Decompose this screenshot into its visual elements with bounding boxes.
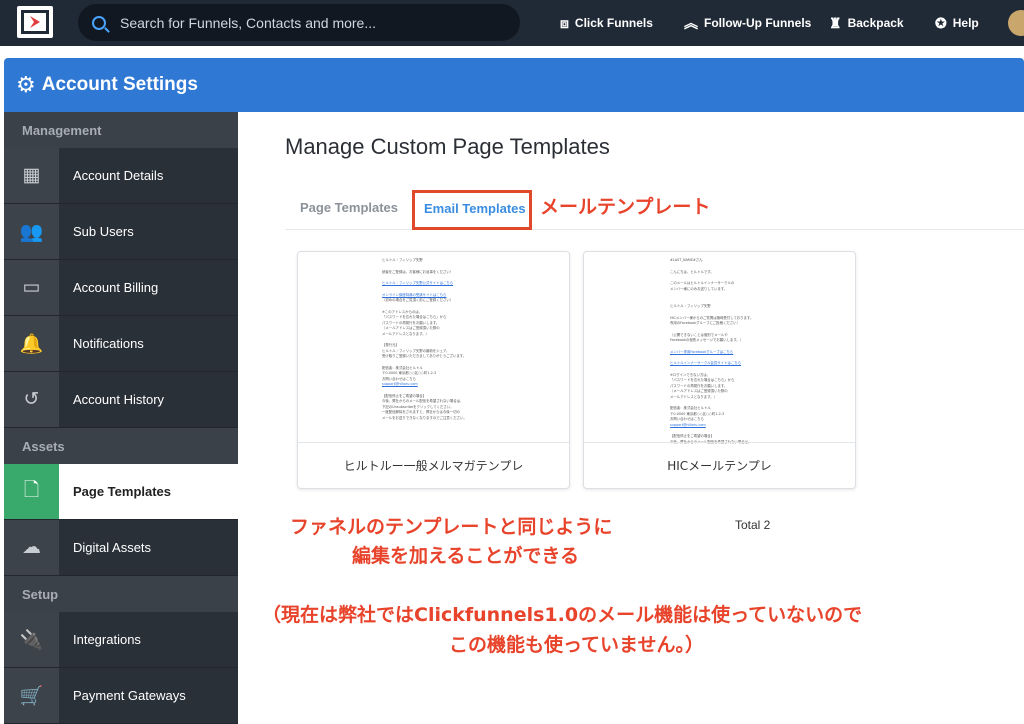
sidebar-item-page-templates[interactable]: 🗋 Page Templates xyxy=(4,464,238,520)
nav-backpack[interactable]: ♜ Backpack xyxy=(829,0,904,46)
tab-page-templates[interactable]: Page Templates xyxy=(300,200,398,215)
template-card-name: HICメールテンプレ xyxy=(584,442,855,488)
sidebar-item-label: Page Templates xyxy=(59,464,238,519)
file-icon: 🗋 xyxy=(4,464,59,519)
sidebar-item-label: Digital Assets xyxy=(59,520,238,575)
sidebar-item-integrations[interactable]: 🔌 Integrations xyxy=(4,612,238,668)
backpack-icon: ♜ xyxy=(829,14,842,31)
search-input[interactable] xyxy=(120,14,520,31)
history-icon: ↺ xyxy=(4,372,59,427)
sidebar-item-notifications[interactable]: 🔔 Notifications xyxy=(4,316,238,372)
nav-click-funnels[interactable]: ⧈ Click Funnels xyxy=(560,0,653,46)
nav-help[interactable]: ✪ Help xyxy=(935,0,979,46)
template-card[interactable]: ヒルトル・フィリップ矢野 読者をご登録は、お客様にお返事をください！ ヒルトル・… xyxy=(297,251,570,489)
sidebar-item-label: Sub Users xyxy=(59,204,238,259)
sidebar-item-sub-users[interactable]: 👥 Sub Users xyxy=(4,204,238,260)
template-preview: ヒルトル・フィリップ矢野 読者をご登録は、お客様にお返事をください！ ヒルトル・… xyxy=(382,258,467,420)
users-icon: 👥 xyxy=(4,204,59,259)
sidebar-item-label: Payment Gateways xyxy=(59,668,238,723)
page-title: Manage Custom Page Templates xyxy=(285,134,610,159)
sidebar-item-label: Account Details xyxy=(59,148,238,203)
header-title: Account Settings xyxy=(41,74,198,95)
template-preview: #LAST_NAME#さん こんにちは、ヒルトルです。 このメールはヒルトルイン… xyxy=(670,258,754,444)
plug-icon: 🔌 xyxy=(4,612,59,667)
sidebar-section-assets: Assets xyxy=(4,428,238,464)
annotation-cf-line1: （現在は弊社ではClickfunnels1.0のメール機能は使っていないので xyxy=(262,604,863,626)
sidebar-section-setup: Setup xyxy=(4,576,238,612)
sidebar-item-account-details[interactable]: ▦ Account Details xyxy=(4,148,238,204)
tabs-divider xyxy=(285,229,1024,230)
follow-up-icon: ︽ xyxy=(684,15,698,31)
template-card[interactable]: #LAST_NAME#さん こんにちは、ヒルトルです。 このメールはヒルトルイン… xyxy=(583,251,856,489)
credit-card-icon: ▭ xyxy=(4,260,59,315)
building-icon: ▦ xyxy=(4,148,59,203)
annotation-mail-template: メールテンプレート xyxy=(540,196,711,218)
clickfunnels-logo[interactable] xyxy=(17,6,53,38)
sidebar-item-digital-assets[interactable]: ☁ Digital Assets xyxy=(4,520,238,576)
cloud-download-icon: ☁ xyxy=(4,520,59,575)
sidebar: Management ▦ Account Details 👥 Sub Users… xyxy=(4,112,238,724)
gears-icon: ⚙ xyxy=(16,72,36,97)
sidebar-item-label: Integrations xyxy=(59,612,238,667)
account-settings-header: ⚙ Account Settings xyxy=(4,58,1024,112)
annotation-edit-line2: 編集を加えることができる xyxy=(352,545,580,567)
annotation-edit-line1: ファネルのテンプレートと同じように xyxy=(290,516,613,538)
search-icon xyxy=(92,15,106,30)
nav-label: Backpack xyxy=(847,16,904,30)
top-navbar: ⧈ Click Funnels ︽ Follow-Up Funnels ♜ Ba… xyxy=(0,0,1024,46)
cart-icon: 🛒 xyxy=(4,668,59,723)
sidebar-item-payment-gateways[interactable]: 🛒 Payment Gateways xyxy=(4,668,238,724)
total-count: Total 2 xyxy=(735,518,771,532)
search-bar[interactable] xyxy=(78,4,520,41)
nav-label: Help xyxy=(952,16,979,30)
sidebar-item-account-billing[interactable]: ▭ Account Billing xyxy=(4,260,238,316)
nav-label: Click Funnels xyxy=(574,16,653,30)
avatar[interactable] xyxy=(1008,10,1024,36)
sidebar-item-label: Notifications xyxy=(59,316,238,371)
bell-icon: 🔔 xyxy=(4,316,59,371)
nav-label: Follow-Up Funnels xyxy=(704,16,812,30)
sidebar-section-management: Management xyxy=(4,112,238,148)
clickfunnels-icon: ⧈ xyxy=(560,14,569,31)
annotation-highlight-box xyxy=(412,190,532,230)
sidebar-item-label: Account History xyxy=(59,372,238,427)
template-card-name: ヒルトルー一般メルマガテンプレ xyxy=(298,442,569,488)
annotation-cf-line2: この機能も使っていません。） xyxy=(449,634,704,656)
sidebar-item-label: Account Billing xyxy=(59,260,238,315)
nav-follow-up-funnels[interactable]: ︽ Follow-Up Funnels xyxy=(684,0,811,46)
help-icon: ✪ xyxy=(935,14,947,31)
sidebar-item-account-history[interactable]: ↺ Account History xyxy=(4,372,238,428)
